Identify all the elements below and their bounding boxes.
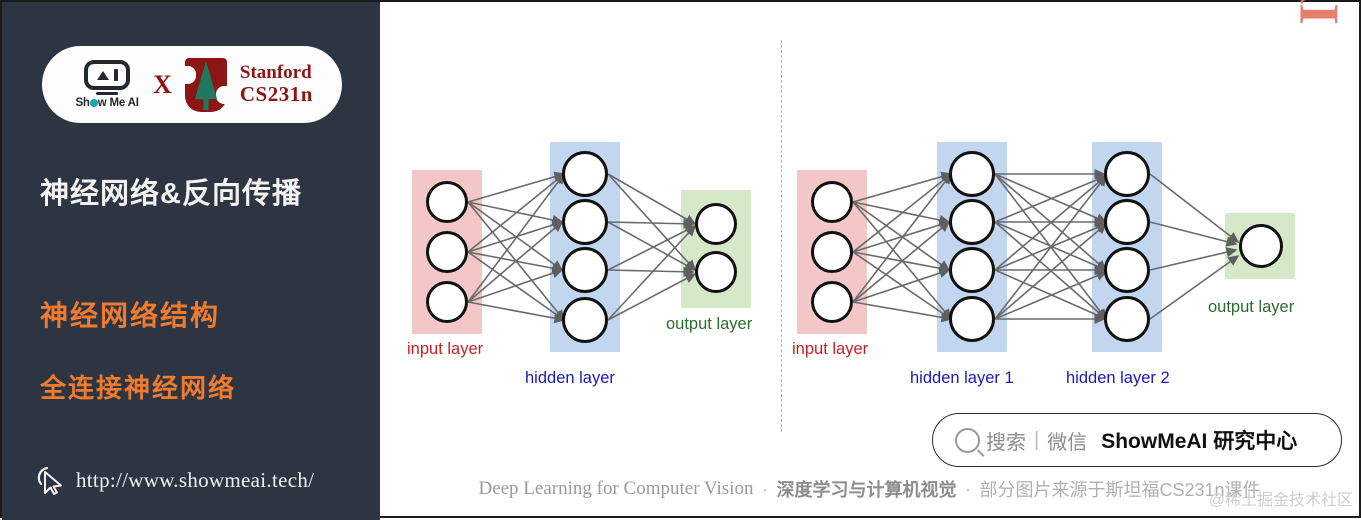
search-separator: |: [1034, 428, 1040, 451]
node-input-right-2: [811, 231, 853, 273]
node-input-right-1: [811, 181, 853, 223]
node-output-right-1: [1239, 224, 1283, 268]
logo-pill: Sh w Me AI X Stanford CS231n: [42, 46, 342, 123]
showmeai-logo-icon: Sh w Me AI: [71, 60, 143, 109]
main-content: input layer hidden layer output layer in…: [380, 0, 1359, 516]
search-channel: 微信: [1047, 431, 1088, 454]
wechat-search-box[interactable]: 搜索 | 微信 ShowMeAI 研究中心: [932, 413, 1342, 467]
edges-right-network: [852, 168, 1240, 325]
showmeai-vertical-watermark: ShowMeAI: [1287, 0, 1351, 24]
node-hidden1-right-4: [949, 296, 995, 342]
node-hidden1-right-3: [949, 247, 995, 293]
website-link[interactable]: http://www.showmeai.tech/: [35, 464, 314, 496]
label-output-layer-right: output layer: [1208, 298, 1295, 316]
section-heading-secondary: 全连接神经网络: [40, 373, 237, 403]
stanford-line1: Stanford: [239, 62, 312, 84]
stanford-line2: CS231n: [239, 82, 313, 107]
collab-x-label: X: [153, 69, 172, 99]
footer-chinese-bold: 深度学习与计算机视觉: [776, 480, 957, 500]
node-hidden1-right-1: [949, 151, 995, 197]
label-hidden-layer1-right: hidden layer 1: [910, 369, 1014, 387]
search-placeholder: 搜索: [986, 431, 1026, 454]
label-hidden-layer2-right: hidden layer 2: [1066, 369, 1170, 387]
footer-english: Deep Learning for Computer Vision: [478, 478, 754, 499]
community-watermark: @稀土掘金技术社区: [1208, 492, 1353, 509]
node-hidden2-right-1: [1104, 151, 1150, 197]
node-hidden2-right-4: [1104, 296, 1150, 342]
footer-dot-1: ·: [762, 480, 768, 498]
footer-dot-2: ·: [965, 480, 971, 498]
tree-shape: [194, 60, 217, 99]
node-input-right-3: [811, 281, 853, 323]
robot-face-icon: [84, 60, 131, 90]
stanford-course-label: Stanford CS231n: [240, 62, 313, 107]
stanford-tree-icon: [181, 56, 230, 114]
search-icon: [955, 427, 980, 453]
logo-stand: [96, 92, 119, 95]
node-hidden2-right-2: [1104, 199, 1150, 245]
showmeai-wordmark: Sh w Me AI: [75, 97, 139, 109]
bar-glyph: [113, 69, 118, 81]
slide-root: Sh w Me AI X Stanford CS231n 神经网络&反向传播 神经…: [0, 0, 1361, 520]
teal-dot-icon: [89, 99, 98, 107]
search-account-name: ShowMeAI 研究中心: [1101, 430, 1298, 453]
course-title: 神经网络&反向传播: [40, 178, 302, 210]
tree-trunk-shape: [203, 97, 209, 110]
section-heading-primary: 神经网络结构: [40, 300, 221, 331]
label-input-layer-right: input layer: [792, 340, 869, 358]
sidebar: Sh w Me AI X Stanford CS231n 神经网络&反向传播 神经…: [2, 2, 380, 520]
caret-glyph: [96, 70, 109, 80]
node-hidden2-right-3: [1104, 247, 1150, 293]
website-url-text: http://www.showmeai.tech/: [76, 467, 315, 492]
cursor-icon: [37, 466, 62, 495]
node-hidden1-right-2: [949, 199, 995, 245]
